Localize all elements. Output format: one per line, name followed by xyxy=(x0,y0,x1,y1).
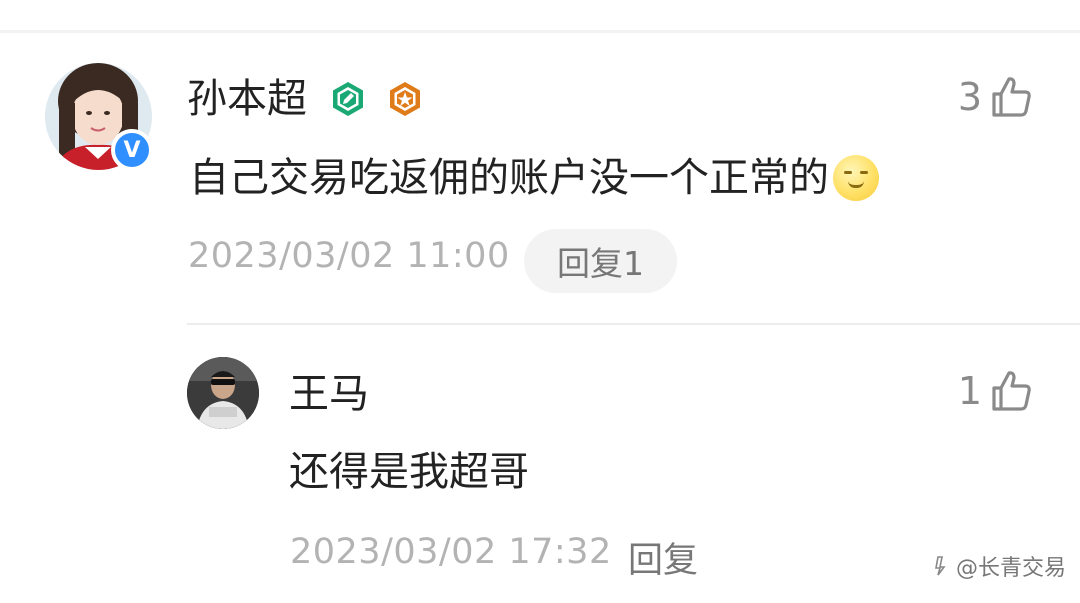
comment-body: 还得是我超哥 xyxy=(289,449,529,495)
thumbs-up-icon[interactable] xyxy=(988,74,1034,120)
avatar[interactable] xyxy=(187,357,259,429)
reply-button[interactable]: 回复1 xyxy=(524,229,677,293)
like-control[interactable]: 1 xyxy=(958,368,1034,414)
comment-body: 自己交易吃返佣的账户没一个正常的 xyxy=(189,155,829,201)
comment-thread: V 孙本超 3 自己交易吃返佣的账户没一个正常的 2023/03/02 11:0… xyxy=(0,0,1080,603)
thumbs-up-icon[interactable] xyxy=(988,368,1034,414)
top-divider xyxy=(0,30,1080,33)
like-control[interactable]: 3 xyxy=(958,74,1034,120)
watermark-text: @长青交易 xyxy=(955,556,1066,581)
watermark-logo-icon xyxy=(935,556,946,576)
verified-badge-icon: V xyxy=(111,129,153,171)
like-count: 1 xyxy=(957,369,982,413)
smirk-face-emoji xyxy=(833,155,879,201)
reply-button[interactable]: 回复 xyxy=(628,532,698,583)
username[interactable]: 王马 xyxy=(289,369,369,419)
timestamp: 2023/03/02 11:00 xyxy=(188,236,510,276)
watermark: @长青交易 xyxy=(932,550,1066,582)
like-count: 3 xyxy=(957,75,982,119)
comment-text: 自己交易吃返佣的账户没一个正常的 xyxy=(189,150,879,206)
pencil-badge-icon[interactable] xyxy=(329,80,367,118)
star-badge-icon[interactable] xyxy=(386,80,424,118)
username[interactable]: 孙本超 xyxy=(187,74,307,124)
timestamp: 2023/03/02 17:32 xyxy=(290,532,612,572)
divider xyxy=(187,323,1080,325)
